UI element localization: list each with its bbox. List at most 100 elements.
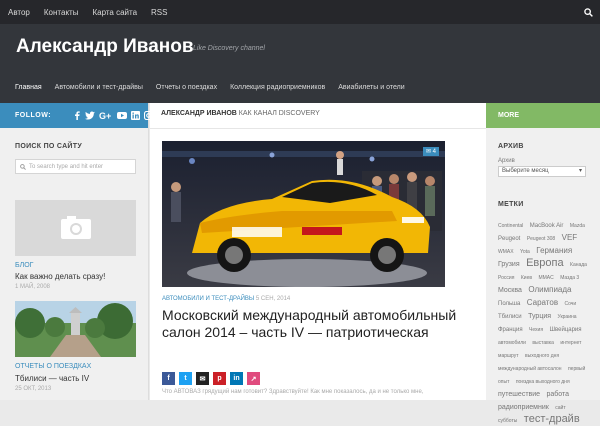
post-category[interactable]: ОТЧЕТЫ О ПОЕЗДКАХ bbox=[15, 363, 91, 370]
more-bar: MORE bbox=[486, 103, 600, 128]
tag-link[interactable]: Польша bbox=[498, 301, 520, 307]
tag-link[interactable]: выставка bbox=[532, 340, 554, 346]
top-link-author[interactable]: Автор bbox=[8, 8, 30, 17]
google-plus-icon[interactable]: G+ bbox=[99, 111, 113, 120]
tag-link[interactable]: Саратов bbox=[527, 298, 558, 307]
post-category[interactable]: БЛОГ bbox=[15, 262, 33, 269]
tag-link[interactable]: поездка выходного дня bbox=[516, 379, 570, 385]
tag-link[interactable]: Канада bbox=[570, 262, 587, 268]
email-icon[interactable]: ✉ bbox=[196, 372, 209, 385]
follow-label: FOLLOW: bbox=[15, 112, 52, 119]
linkedin-icon[interactable]: in bbox=[230, 372, 243, 385]
follow-bar: FOLLOW: G+ bbox=[0, 103, 154, 128]
article-title[interactable]: Московский международный автомобильный с… bbox=[162, 307, 462, 341]
post-date: 25 ОКТ, 2013 bbox=[15, 386, 52, 392]
twitter-icon[interactable] bbox=[85, 111, 96, 120]
tag-link[interactable]: Сочи bbox=[565, 301, 577, 307]
tag-link[interactable]: Франция bbox=[498, 327, 523, 333]
top-link-sitemap[interactable]: Карта сайта bbox=[92, 8, 137, 17]
tag-link[interactable]: Киев bbox=[521, 275, 532, 281]
tag-link[interactable]: Continental bbox=[498, 223, 523, 229]
tag-link[interactable]: интернет bbox=[560, 340, 581, 346]
tag-link[interactable]: работа bbox=[547, 391, 570, 398]
tag-link[interactable]: Германия bbox=[536, 246, 572, 255]
tag-link[interactable]: путешествие bbox=[498, 391, 540, 398]
heading-rest: КАК КАНАЛ DISCOVERY bbox=[238, 110, 320, 117]
main-nav: Главная Автомобили и тест-драйвы Отчеты … bbox=[15, 84, 418, 91]
post-title[interactable]: Тбилиси — часть IV bbox=[15, 374, 89, 383]
featured-image[interactable]: ✉ 4 bbox=[162, 141, 445, 287]
tag-link[interactable]: Mazda bbox=[570, 223, 585, 229]
tag-link[interactable]: Олимпиада bbox=[528, 285, 571, 294]
tag-link[interactable]: Peugeot bbox=[498, 236, 520, 242]
nav-item-cars[interactable]: Автомобили и тест-драйвы bbox=[55, 84, 143, 91]
tag-link[interactable]: VEF bbox=[562, 233, 578, 242]
nav-item-tickets[interactable]: Авиабилеты и отели bbox=[338, 84, 404, 91]
share-icon[interactable]: ↗ bbox=[247, 372, 260, 385]
search-widget-title: ПОИСК ПО САЙТУ bbox=[15, 143, 82, 150]
facebook-icon[interactable]: f bbox=[162, 372, 175, 385]
search-input[interactable]: To search type and hit enter bbox=[15, 159, 136, 174]
archive-widget-title: АРХИВ bbox=[498, 143, 524, 150]
youtube-icon[interactable] bbox=[117, 111, 128, 120]
tag-link[interactable]: радиоприемник bbox=[498, 404, 549, 411]
svg-text:G+: G+ bbox=[99, 111, 111, 120]
linkedin-icon[interactable] bbox=[131, 111, 141, 120]
site-title[interactable]: Александр Иванов bbox=[16, 36, 194, 58]
tag-link[interactable]: субботы bbox=[498, 418, 517, 424]
article-category[interactable]: АВТОМОБИЛИ И ТЕСТ-ДРАЙВЫ bbox=[162, 296, 254, 302]
tag-link[interactable]: WMAX bbox=[498, 249, 514, 255]
right-sidebar: MORE АРХИВ Архив Выберите месяц ▾ МЕТКИ … bbox=[486, 103, 600, 425]
nav-item-home[interactable]: Главная bbox=[15, 84, 42, 91]
tag-link[interactable]: маршрут bbox=[498, 353, 519, 359]
tag-link[interactable]: автомобили bbox=[498, 340, 526, 346]
article-date: 5 СЕН, 2014 bbox=[255, 296, 291, 302]
search-icon[interactable] bbox=[576, 0, 600, 24]
tag-link[interactable]: Россия bbox=[498, 275, 514, 281]
archive-month-select[interactable]: Выберите месяц ▾ bbox=[498, 166, 586, 177]
tag-link[interactable]: MMAC bbox=[538, 275, 553, 281]
tag-link[interactable]: Украина bbox=[558, 314, 577, 320]
post-thumbnail-placeholder[interactable] bbox=[15, 200, 136, 256]
social-icons: G+ bbox=[73, 111, 157, 120]
nav-item-trips[interactable]: Отчеты о поездках bbox=[156, 84, 217, 91]
article-excerpt: Что АВТОВАЗ грядущий нам готовит? Здравс… bbox=[162, 389, 424, 395]
top-nav: Автор Контакты Карта сайта RSS bbox=[8, 0, 181, 24]
facebook-icon[interactable] bbox=[73, 111, 81, 120]
post-thumbnail-tbilisi[interactable] bbox=[15, 301, 136, 357]
nav-item-radios[interactable]: Коллекция радиоприемников bbox=[230, 84, 325, 91]
tag-link[interactable]: Швейцария bbox=[550, 327, 582, 333]
tag-link[interactable]: Москва bbox=[498, 287, 522, 294]
tag-link[interactable]: Yota bbox=[520, 249, 530, 255]
tag-link[interactable]: выходного дня bbox=[525, 353, 559, 359]
post-date: 1 МАЙ, 2008 bbox=[15, 284, 50, 290]
tag-link[interactable]: Чехия bbox=[529, 327, 543, 333]
tag-link[interactable]: Турция bbox=[528, 313, 551, 320]
tag-link[interactable]: Грузия bbox=[498, 261, 520, 268]
camera-icon bbox=[61, 216, 91, 239]
site-header: Александр Иванов Like Discovery channel … bbox=[0, 24, 600, 103]
tag-link[interactable]: Европа bbox=[526, 257, 564, 269]
left-sidebar: FOLLOW: G+ ПОИСК ПО САЙТУ To search type… bbox=[0, 103, 154, 400]
top-link-rss[interactable]: RSS bbox=[151, 8, 167, 17]
tag-link[interactable]: международный автосалон bbox=[498, 366, 562, 372]
pinterest-icon[interactable]: p bbox=[213, 372, 226, 385]
tag-link[interactable]: тест-драйв bbox=[524, 413, 580, 425]
tag-link[interactable]: Peugeot 308 bbox=[527, 236, 555, 242]
post-title[interactable]: Как важно делать сразу! bbox=[15, 272, 105, 281]
top-bar: Автор Контакты Карта сайта RSS bbox=[0, 0, 600, 24]
main-content: АЛЕКСАНДР ИВАНОВ КАК КАНАЛ DISCOVERY ✉ 4… bbox=[150, 103, 486, 400]
comment-count-badge[interactable]: ✉ 4 bbox=[422, 147, 439, 156]
twitter-icon[interactable]: t bbox=[179, 372, 192, 385]
tag-link[interactable]: Тбилиси bbox=[498, 314, 522, 320]
comment-icon: ✉ bbox=[425, 149, 431, 155]
search-icon bbox=[20, 163, 26, 170]
tags-widget-title: МЕТКИ bbox=[498, 201, 524, 208]
tag-link[interactable]: Мазда 3 bbox=[560, 275, 579, 281]
tag-link[interactable]: сайт bbox=[555, 405, 565, 411]
comment-count: 4 bbox=[432, 149, 436, 155]
top-link-contacts[interactable]: Контакты bbox=[44, 8, 79, 17]
tag-link[interactable]: MacBook Air bbox=[530, 223, 564, 229]
archive-select-value: Выберите месяц bbox=[502, 168, 549, 174]
search-placeholder: To search type and hit enter bbox=[29, 163, 104, 170]
